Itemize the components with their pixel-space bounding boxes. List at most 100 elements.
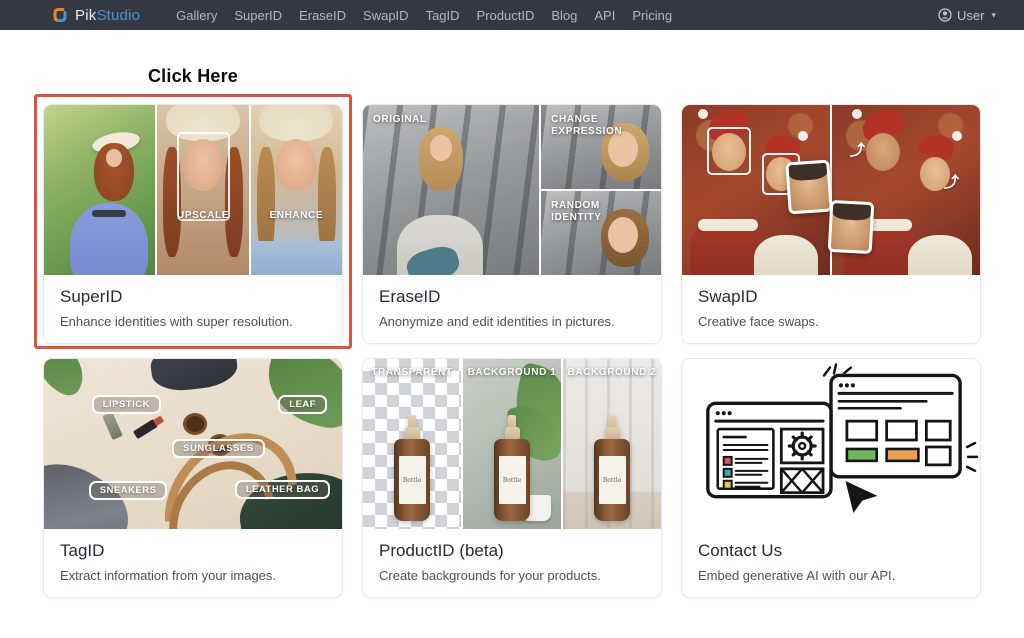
productid-background2-panel: BACKGROUND 2 Bottle bbox=[563, 359, 661, 529]
product-bottle: Bottle bbox=[394, 415, 430, 521]
brand-name: PikStudio bbox=[75, 7, 140, 24]
click-here-label: Click Here bbox=[43, 66, 343, 87]
tagid-photo-panel: LIPSTICK LEAF SUNGLASSES SNEAKERS LEATHE… bbox=[44, 359, 342, 529]
eraseid-card-description: Anonymize and edit identities in picture… bbox=[379, 313, 645, 330]
productid-card-description: Create backgrounds for your products. bbox=[379, 567, 645, 584]
productid-card-body: ProductID (beta) Create backgrounds for … bbox=[363, 529, 661, 597]
superid-original-panel bbox=[44, 105, 155, 275]
photo-shape bbox=[106, 149, 122, 167]
nav-item-productid[interactable]: ProductID bbox=[477, 8, 535, 23]
eraseid-change-expression-panel: CHANGE EXPRESSION bbox=[541, 105, 661, 189]
change-expression-overlay-label: CHANGE EXPRESSION bbox=[551, 114, 641, 138]
photo-shape bbox=[698, 109, 708, 119]
eraseid-card-title: EraseID bbox=[379, 285, 645, 308]
nav-item-blog[interactable]: Blog bbox=[551, 8, 577, 23]
photo-shape bbox=[251, 241, 342, 275]
tag-pill-sunglasses: SUNGLASSES bbox=[172, 439, 264, 458]
card-productid[interactable]: TRANSPARENT Bottle BACKGROUND 1 bbox=[362, 358, 662, 598]
photo-shape bbox=[276, 139, 316, 191]
swapid-card-body: SwapID Creative face swaps. bbox=[682, 275, 980, 343]
eraseid-preview-image: ORIGINAL CHANGE EXPRESSION bbox=[363, 105, 661, 275]
eraseid-card-body: EraseID Anonymize and edit identities in… bbox=[363, 275, 661, 343]
card-superid[interactable]: UPSCALE ENHANCE SuperID Enhance identiti… bbox=[43, 104, 343, 344]
nav-item-pricing[interactable]: Pricing bbox=[632, 8, 672, 23]
nav-links: Gallery SuperID EraseID SwapID TagID Pro… bbox=[176, 8, 916, 23]
productid-card-title: ProductID (beta) bbox=[379, 539, 645, 562]
nav-item-swapid[interactable]: SwapID bbox=[363, 8, 409, 23]
photo-shape bbox=[698, 219, 758, 231]
tag-pill-lipstick: LIPSTICK bbox=[92, 395, 161, 414]
swap-face-thumbnail bbox=[785, 160, 833, 215]
photo-shape bbox=[149, 359, 240, 394]
card-productid-wrapper: TRANSPARENT Bottle BACKGROUND 1 bbox=[362, 358, 662, 598]
user-icon bbox=[938, 8, 952, 22]
photo-shape bbox=[754, 235, 818, 275]
card-swapid-wrapper: ⤴ ⤴ SwapID Creative face swaps. bbox=[681, 104, 981, 344]
card-eraseid[interactable]: ORIGINAL CHANGE EXPRESSION bbox=[362, 104, 662, 344]
pikstudio-logo-icon bbox=[52, 7, 68, 23]
superid-card-body: SuperID Enhance identities with super re… bbox=[44, 275, 342, 343]
photo-shape bbox=[430, 135, 452, 161]
swap-arrow-icon: ⤴ bbox=[944, 171, 959, 192]
user-menu[interactable]: User ▾ bbox=[938, 8, 996, 23]
nav-item-api[interactable]: API bbox=[594, 8, 615, 23]
main-content: Click Here bbox=[43, 66, 981, 638]
swapid-card-title: SwapID bbox=[698, 285, 964, 308]
tagid-preview-image: LIPSTICK LEAF SUNGLASSES SNEAKERS LEATHE… bbox=[44, 359, 342, 529]
original-overlay-label: ORIGINAL bbox=[373, 114, 427, 126]
card-tagid[interactable]: LIPSTICK LEAF SUNGLASSES SNEAKERS LEATHE… bbox=[43, 358, 343, 598]
nav-item-tagid[interactable]: TagID bbox=[426, 8, 460, 23]
navbar: PikStudio Gallery SuperID EraseID SwapID… bbox=[0, 0, 1024, 30]
api-windows-doodle bbox=[682, 359, 980, 529]
photo-shape bbox=[852, 109, 862, 119]
nav-item-superid[interactable]: SuperID bbox=[234, 8, 282, 23]
eraseid-original-panel: ORIGINAL bbox=[363, 105, 539, 275]
swapid-preview-image: ⤴ ⤴ bbox=[682, 105, 980, 275]
eraseid-right-column: CHANGE EXPRESSION RANDOM IDENTITY bbox=[541, 105, 661, 275]
photo-shape bbox=[259, 105, 333, 141]
photo-shape bbox=[92, 210, 126, 217]
background1-overlay-label: BACKGROUND 1 bbox=[463, 367, 561, 379]
feature-card-grid: UPSCALE ENHANCE SuperID Enhance identiti… bbox=[43, 104, 981, 638]
upscale-overlay-label: UPSCALE bbox=[157, 210, 248, 222]
swap-arrow-icon: ⤴ bbox=[850, 139, 865, 160]
contact-us-card-description: Embed generative AI with our API. bbox=[698, 567, 964, 584]
contact-us-illustration bbox=[682, 359, 980, 529]
superid-card-title: SuperID bbox=[60, 285, 326, 308]
sunglasses-shape bbox=[183, 413, 207, 435]
leaf-shape bbox=[44, 359, 95, 401]
tag-pill-leather-bag: LEATHER BAG bbox=[235, 480, 330, 499]
superid-upscale-panel: UPSCALE bbox=[157, 105, 248, 275]
contact-us-card-title: Contact Us bbox=[698, 539, 964, 562]
productid-transparent-panel: TRANSPARENT Bottle bbox=[363, 359, 461, 529]
card-tagid-wrapper: LIPSTICK LEAF SUNGLASSES SNEAKERS LEATHE… bbox=[43, 358, 343, 598]
contact-us-card-body: Contact Us Embed generative AI with our … bbox=[682, 529, 980, 597]
background2-overlay-label: BACKGROUND 2 bbox=[563, 367, 661, 379]
upscale-selection-box bbox=[177, 132, 230, 220]
swap-face-thumbnail bbox=[828, 200, 875, 254]
superid-card-description: Enhance identities with super resolution… bbox=[60, 313, 326, 330]
nav-item-eraseid[interactable]: EraseID bbox=[299, 8, 346, 23]
tagid-card-body: TagID Extract information from your imag… bbox=[44, 529, 342, 597]
bottle-label: Bottle bbox=[399, 456, 426, 504]
card-swapid[interactable]: ⤴ ⤴ SwapID Creative face swaps. bbox=[681, 104, 981, 344]
user-menu-label: User bbox=[957, 8, 984, 23]
random-identity-overlay-label: RANDOM IDENTITY bbox=[551, 200, 641, 224]
tag-pill-sneakers: SNEAKERS bbox=[89, 481, 168, 500]
bottle-label: Bottle bbox=[499, 456, 526, 504]
tagid-card-description: Extract information from your images. bbox=[60, 567, 326, 584]
brand-logo[interactable]: PikStudio bbox=[52, 7, 140, 24]
face-detect-bracket bbox=[707, 127, 751, 175]
tag-pill-leaf: LEAF bbox=[278, 395, 327, 414]
card-contact-us-wrapper: Contact Us Embed generative AI with our … bbox=[681, 358, 981, 598]
card-eraseid-wrapper: ORIGINAL CHANGE EXPRESSION bbox=[362, 104, 662, 344]
transparent-overlay-label: TRANSPARENT bbox=[363, 367, 461, 379]
lipstick-shape bbox=[102, 412, 123, 440]
nav-item-gallery[interactable]: Gallery bbox=[176, 8, 217, 23]
photo-shape bbox=[908, 235, 972, 275]
product-bottle: Bottle bbox=[494, 415, 530, 521]
card-contact-us[interactable]: Contact Us Embed generative AI with our … bbox=[681, 358, 981, 598]
product-bottle: Bottle bbox=[594, 415, 630, 521]
swapid-card-description: Creative face swaps. bbox=[698, 313, 964, 330]
productid-preview-image: TRANSPARENT Bottle BACKGROUND 1 bbox=[363, 359, 661, 529]
